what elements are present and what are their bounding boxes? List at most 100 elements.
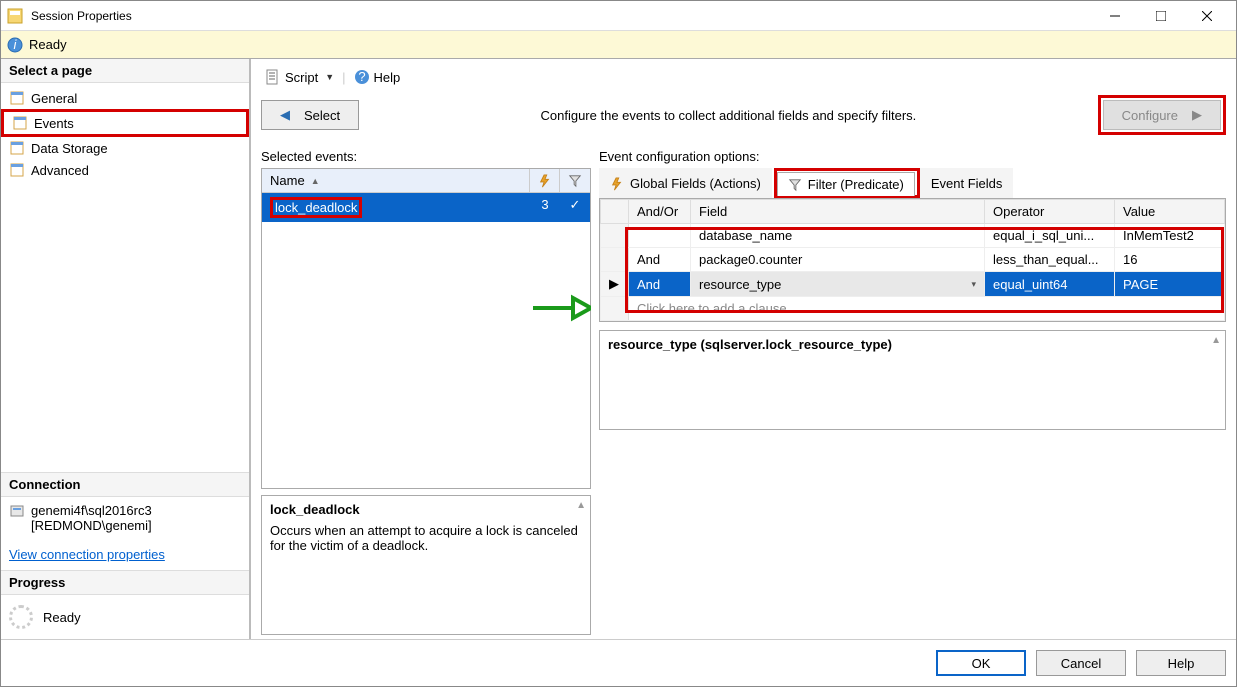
cell-andor[interactable]: And [629, 272, 691, 297]
cell-value[interactable]: 16 [1115, 248, 1225, 272]
sidebar-item-label: General [31, 91, 77, 106]
session-properties-window: Session Properties i Ready Select a page… [0, 0, 1237, 687]
dropdown-arrow-icon: ▼ [325, 72, 334, 82]
selected-events-label: Selected events: [261, 149, 591, 164]
arrow-left-icon: ◀ [280, 107, 290, 123]
tab-label: Filter (Predicate) [808, 177, 904, 192]
event-config-label: Event configuration options: [599, 149, 1226, 164]
cell-operator[interactable]: equal_i_sql_uni... [985, 224, 1115, 248]
configure-nav-button: Configure ▶ [1103, 100, 1221, 130]
sidebar-item-data-storage[interactable]: Data Storage [1, 137, 249, 159]
main-panel: Script ▼ | ? Help ◀ Select Configure the… [251, 59, 1236, 639]
help-label: Help [374, 70, 401, 85]
funnel-icon [568, 174, 582, 188]
close-button[interactable] [1184, 1, 1230, 31]
col-lightning[interactable] [530, 169, 560, 192]
predicate-preview: ▲ resource_type (sqlserver.lock_resource… [599, 330, 1226, 430]
tab-label: Global Fields (Actions) [630, 176, 761, 191]
sidebar-item-label: Data Storage [31, 141, 108, 156]
tab-global-fields[interactable]: Global Fields (Actions) [599, 168, 772, 198]
funnel-icon [788, 178, 802, 192]
cell-field[interactable]: package0.counter [691, 248, 985, 272]
connection-info: genemi4f\sql2016rc3 [REDMOND\genemi] [1, 497, 249, 539]
cell-operator[interactable]: equal_uint64 [985, 272, 1115, 297]
sidebar-item-label: Advanced [31, 163, 89, 178]
connection-server: genemi4f\sql2016rc3 [31, 503, 152, 518]
page-icon [9, 140, 25, 156]
event-name: lock_deadlock [275, 200, 357, 215]
sort-asc-icon: ▲ [311, 176, 320, 186]
ok-button[interactable]: OK [936, 650, 1026, 676]
tab-label: Event Fields [931, 176, 1003, 191]
help-button[interactable]: ? Help [350, 67, 405, 87]
add-clause-text[interactable]: Click here to add a clause [629, 297, 1225, 321]
selected-events-column: Selected events: Name▲ lock_deadlock [261, 149, 591, 635]
connection-header: Connection [1, 472, 249, 497]
cell-andor[interactable]: And [629, 248, 691, 272]
cell-operator[interactable]: less_than_equal... [985, 248, 1115, 272]
event-count: 3 [530, 193, 560, 222]
page-icon [12, 115, 28, 131]
svg-text:?: ? [358, 69, 365, 84]
app-icon [7, 8, 23, 24]
event-checked-icon: ✓ [560, 193, 590, 222]
col-operator[interactable]: Operator [985, 200, 1115, 224]
status-text: Ready [29, 37, 67, 52]
minimize-button[interactable] [1092, 1, 1138, 31]
row-selector[interactable]: ▶ [601, 272, 629, 297]
progress-header: Progress [1, 570, 249, 595]
event-row-lock-deadlock[interactable]: lock_deadlock 3 ✓ [262, 193, 590, 222]
page-icon [9, 162, 25, 178]
select-nav-button[interactable]: ◀ Select [261, 100, 359, 130]
chevron-down-icon: ▾ [971, 279, 976, 290]
progress-body: Ready [1, 595, 249, 639]
cell-field[interactable]: database_name [691, 224, 985, 248]
cell-field-value: resource_type [699, 277, 781, 292]
help-icon: ? [354, 69, 370, 85]
scroll-up-icon: ▲ [1211, 335, 1221, 346]
sidebar: Select a page General Events Data Storag… [1, 59, 251, 639]
filter-row-1[interactable]: And package0.counter less_than_equal... … [601, 248, 1225, 272]
selected-events-list: Name▲ lock_deadlock 3 ✓ [261, 168, 591, 489]
cell-field-dropdown[interactable]: resource_type ▾ [691, 272, 985, 297]
col-andor[interactable]: And/Or [629, 200, 691, 224]
maximize-button[interactable] [1138, 1, 1184, 31]
col-filter[interactable] [560, 169, 590, 192]
arrow-right-icon: ▶ [1192, 107, 1202, 123]
script-button[interactable]: Script ▼ [261, 67, 338, 87]
add-clause-row[interactable]: Click here to add a clause [601, 297, 1225, 321]
view-connection-properties-link[interactable]: View connection properties [1, 539, 249, 570]
event-config-column: Event configuration options: Global Fiel… [599, 149, 1226, 635]
progress-spinner-icon [9, 605, 33, 629]
help-button[interactable]: Help [1136, 650, 1226, 676]
col-value[interactable]: Value [1115, 200, 1225, 224]
cell-andor[interactable] [629, 224, 691, 248]
col-name[interactable]: Name▲ [262, 169, 530, 192]
sidebar-item-general[interactable]: General [1, 87, 249, 109]
progress-status: Ready [43, 610, 81, 625]
configure-label: Configure [1122, 108, 1178, 123]
selected-events-header: Name▲ [262, 169, 590, 193]
window-title: Session Properties [31, 9, 1092, 23]
columns: Selected events: Name▲ lock_deadlock [261, 149, 1226, 635]
filter-header-row: And/Or Field Operator Value [601, 200, 1225, 224]
col-field[interactable]: Field [691, 200, 985, 224]
dialog-body: Select a page General Events Data Storag… [1, 59, 1236, 639]
window-controls [1092, 1, 1230, 31]
filter-row-0[interactable]: database_name equal_i_sql_uni... InMemTe… [601, 224, 1225, 248]
row-selector[interactable] [601, 248, 629, 272]
sidebar-item-advanced[interactable]: Advanced [1, 159, 249, 181]
cancel-button[interactable]: Cancel [1036, 650, 1126, 676]
info-icon: i [7, 37, 23, 53]
scroll-up-icon: ▲ [576, 500, 586, 511]
filter-row-2[interactable]: ▶ And resource_type ▾ eq [601, 272, 1225, 297]
tab-filter-predicate[interactable]: Filter (Predicate) [777, 172, 915, 196]
tab-event-fields[interactable]: Event Fields [920, 168, 1014, 198]
row-selector[interactable] [601, 224, 629, 248]
nav-row: ◀ Select Configure the events to collect… [261, 95, 1226, 135]
status-strip: i Ready [1, 31, 1236, 59]
cell-value[interactable]: InMemTest2 [1115, 224, 1225, 248]
cell-value[interactable]: PAGE [1115, 272, 1225, 297]
lightning-icon [538, 174, 552, 188]
sidebar-item-events[interactable]: Events [4, 112, 246, 134]
